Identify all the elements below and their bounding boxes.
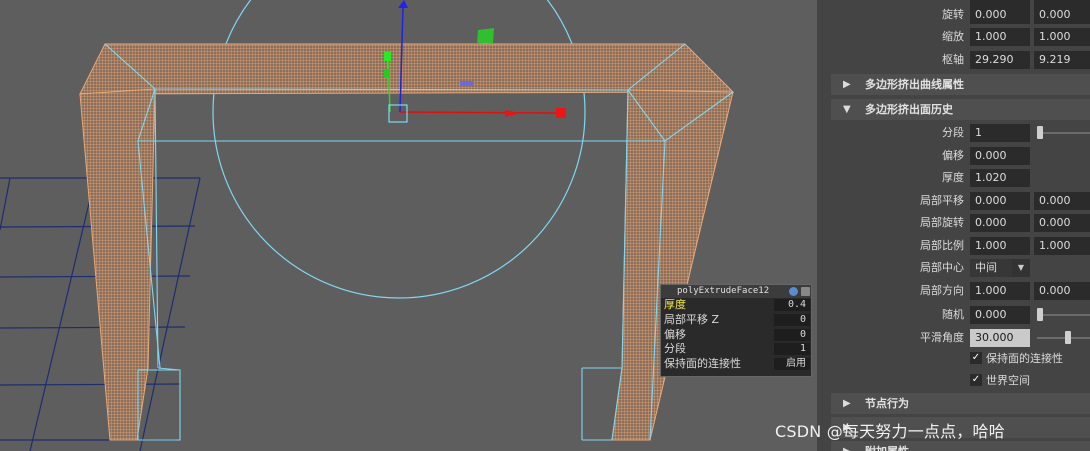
scene-canvas[interactable]: [0, 0, 817, 451]
popup-close-icon[interactable]: [801, 287, 810, 296]
offset-field[interactable]: 0.000: [970, 147, 1030, 165]
keep-faces-together-checkbox[interactable]: ✓: [970, 352, 982, 364]
attr-row-offset: 偏移 0.000: [831, 145, 1090, 167]
smoothing-angle-slider[interactable]: [1037, 337, 1090, 339]
attr-row-random: 随机 0.000: [831, 304, 1090, 326]
rotate-y-field[interactable]: 0.000: [1034, 6, 1090, 24]
divisions-slider[interactable]: [1037, 132, 1090, 134]
local-translate-y-field[interactable]: 0.000: [1034, 192, 1090, 210]
pivot-x-field[interactable]: 29.290: [970, 51, 1030, 69]
attr-row-local-direction: 局部方向 1.000 0.000: [831, 280, 1090, 302]
local-center-dropdown[interactable]: 中间 ▼: [970, 259, 1030, 277]
attr-row-pivot: 枢轴 29.290 9.219: [831, 49, 1090, 71]
attr-row-divisions: 分段 1: [831, 122, 1090, 144]
local-scale-x-field[interactable]: 1.000: [970, 237, 1030, 255]
scale-x-field[interactable]: 1.000: [970, 28, 1030, 46]
local-direction-y-field[interactable]: 0.000: [1034, 282, 1090, 300]
3d-viewport[interactable]: polyExtrudeFace12 厚度 0.4 局部平移 Z 0 偏移 0 分…: [0, 0, 817, 451]
attr-row-scale: 缩放 1.000 1.000: [831, 26, 1090, 48]
popup-row-local-translate-z[interactable]: 局部平移 Z 0: [664, 313, 810, 327]
thickness-field[interactable]: 1.020: [970, 169, 1030, 187]
section-node-behavior[interactable]: ▶ 节点行为: [831, 393, 1090, 414]
attr-row-local-translate: 局部平移 0.000 0.000: [831, 190, 1090, 212]
pivot-y-field[interactable]: 9.219: [1034, 51, 1090, 69]
popup-help-icon[interactable]: [789, 287, 798, 296]
world-space-checkbox[interactable]: ✓: [970, 374, 982, 386]
attribute-editor: 旋转 0.000 0.000 缩放 1.000 1.000 枢轴 29.290 …: [831, 0, 1090, 451]
random-slider-handle[interactable]: [1037, 308, 1043, 321]
extrude-tool-popup[interactable]: polyExtrudeFace12 厚度 0.4 局部平移 Z 0 偏移 0 分…: [660, 284, 812, 377]
section-extra-attrs[interactable]: ▶ 附加属性: [831, 441, 1090, 451]
attr-row-local-rotate: 局部旋转 0.000 0.000: [831, 212, 1090, 234]
divisions-field[interactable]: 1: [970, 124, 1030, 142]
section-extrude-face-history[interactable]: ▼ 多边形挤出面历史: [831, 99, 1090, 120]
local-direction-x-field[interactable]: 1.000: [970, 282, 1030, 300]
panel-splitter[interactable]: [817, 0, 831, 451]
rotate-x-field[interactable]: 0.000: [970, 6, 1030, 24]
attr-row-rotate: 旋转 0.000 0.000: [831, 4, 1090, 26]
chevron-down-icon: ▼: [1012, 259, 1030, 277]
local-scale-y-field[interactable]: 1.000: [1034, 237, 1090, 255]
attr-row-local-scale: 局部比例 1.000 1.000: [831, 235, 1090, 257]
popup-row-divisions[interactable]: 分段 1: [664, 342, 810, 356]
expand-right-icon: ▶: [843, 79, 851, 90]
attr-row-world-space: ✓ 世界空间: [970, 374, 1030, 387]
attr-row-smoothing-angle: 平滑角度 30.000: [831, 327, 1090, 349]
expand-right-icon: ▶: [843, 441, 851, 451]
random-field[interactable]: 0.000: [970, 306, 1030, 324]
local-rotate-y-field[interactable]: 0.000: [1034, 214, 1090, 232]
expand-right-icon: ▶: [843, 398, 851, 409]
attr-row-thickness: 厚度 1.020: [831, 167, 1090, 189]
attr-row-keep-faces-together: ✓ 保持面的连接性: [970, 352, 1063, 365]
random-slider[interactable]: [1037, 314, 1090, 316]
attr-row-local-center: 局部中心 中间 ▼: [831, 257, 1090, 279]
smoothing-angle-slider-handle[interactable]: [1065, 331, 1071, 344]
watermark: CSDN @每天努力一点点，哈哈: [775, 422, 1005, 441]
popup-row-thickness[interactable]: 厚度 0.4: [664, 298, 810, 312]
local-translate-x-field[interactable]: 0.000: [970, 192, 1030, 210]
collapse-down-icon: ▼: [843, 104, 851, 115]
local-rotate-x-field[interactable]: 0.000: [970, 214, 1030, 232]
selected-faces: [79, 43, 735, 441]
divisions-slider-handle[interactable]: [1037, 126, 1043, 139]
scale-y-field[interactable]: 1.000: [1034, 28, 1090, 46]
section-extrude-curve-attrs[interactable]: ▶ 多边形挤出曲线属性: [831, 74, 1090, 95]
popup-row-offset[interactable]: 偏移 0: [664, 328, 810, 342]
smoothing-angle-field[interactable]: 30.000: [970, 329, 1030, 347]
popup-row-keep-faces[interactable]: 保持面的连接性 启用: [664, 357, 810, 371]
